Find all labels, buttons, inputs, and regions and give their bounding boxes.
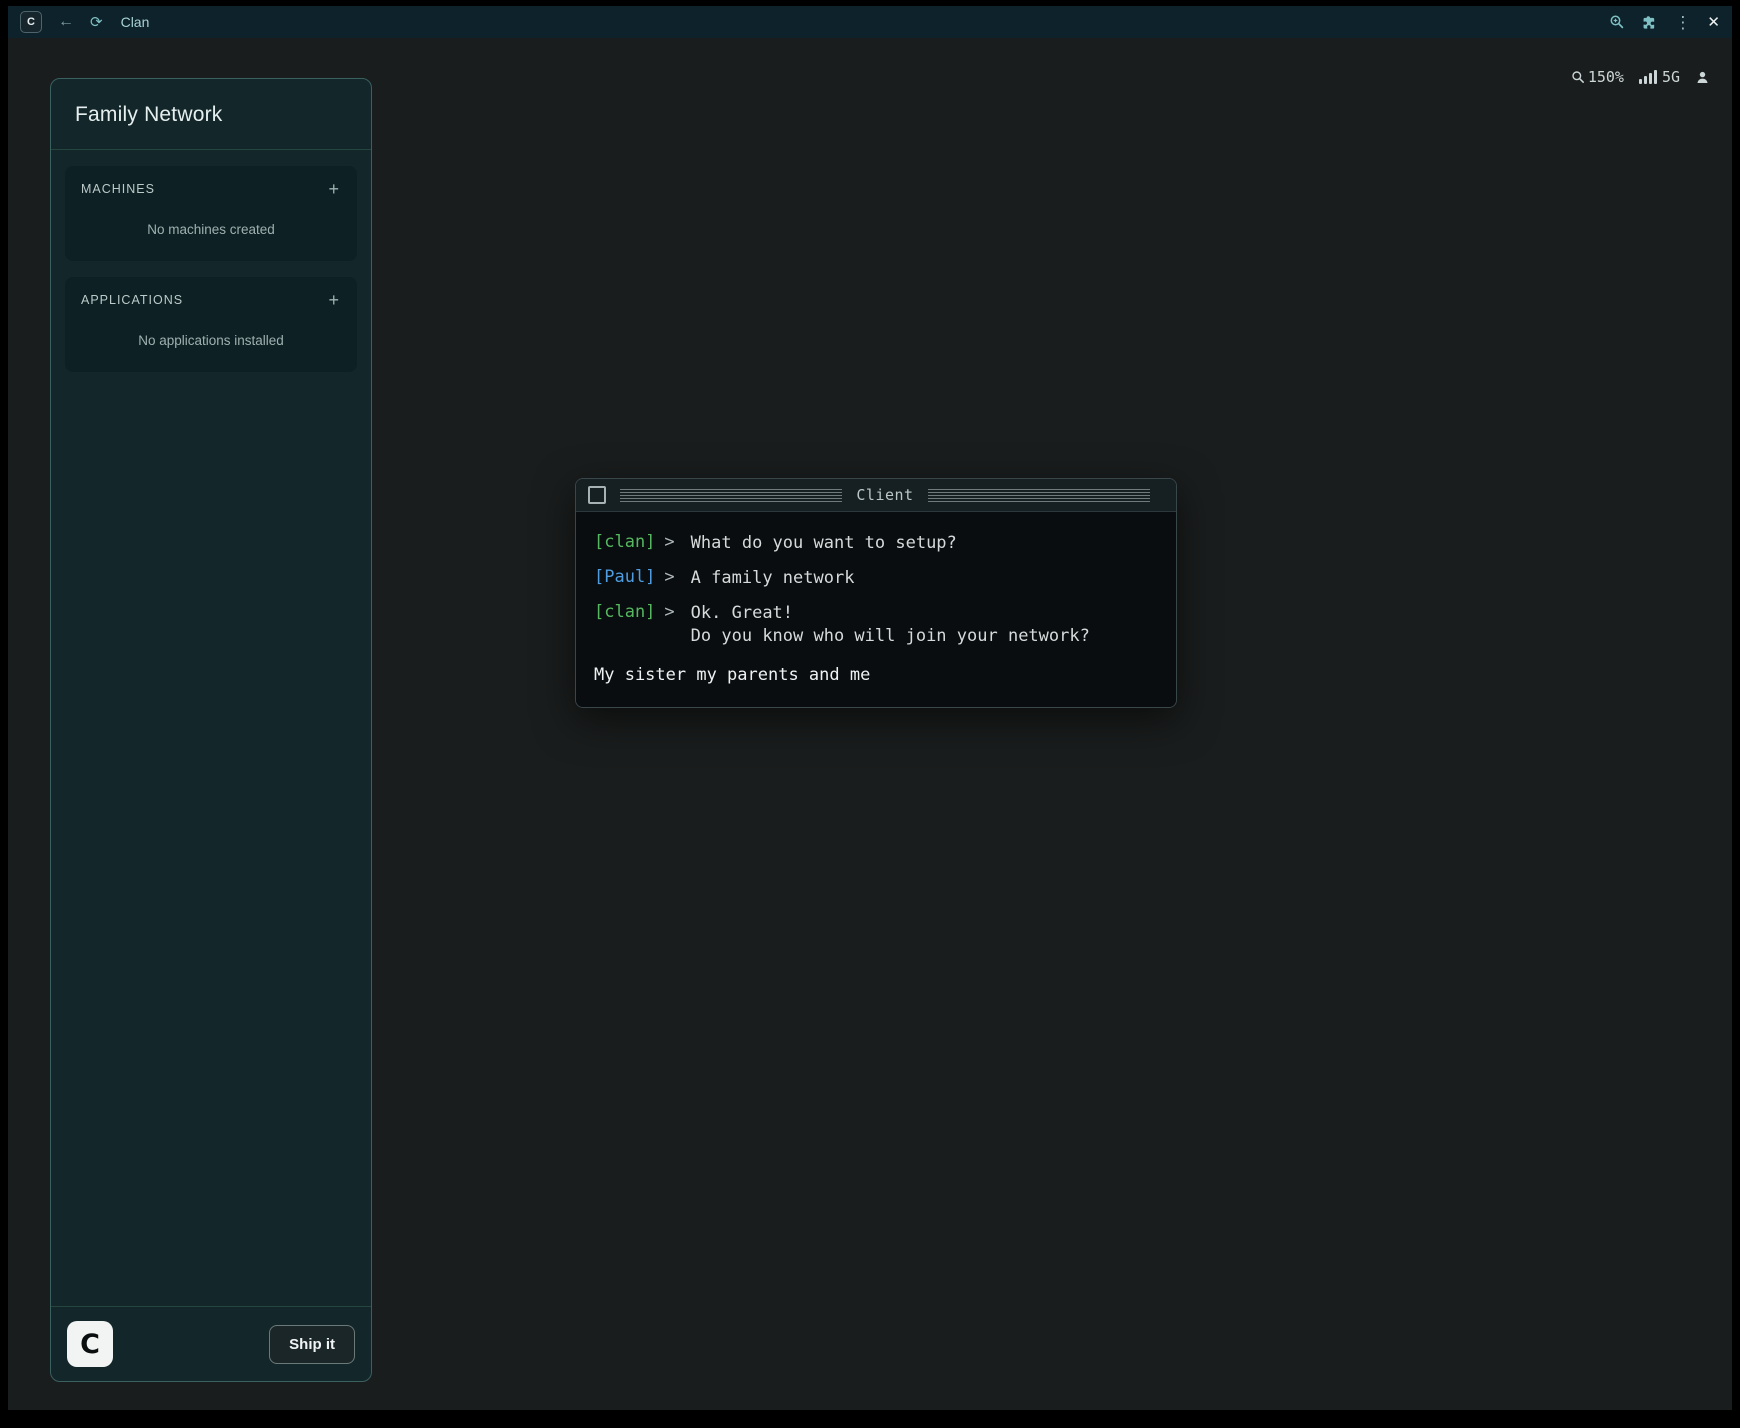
prompt-separator: > [664,567,674,587]
window-checkbox[interactable] [588,486,606,504]
add-application-button[interactable]: + [326,291,341,309]
prompt-separator: > [664,532,674,552]
sidebar-footer: C Ship it [51,1306,371,1381]
speaker-paul: [Paul] [594,567,655,587]
machines-card: MACHINES + No machines created [65,166,357,261]
close-icon[interactable]: ✕ [1707,15,1720,30]
speaker-clan: [clan] [594,532,655,552]
chat-message: [Paul] > A family network [594,567,1158,591]
back-icon[interactable]: ← [58,14,74,30]
menu-kebab-icon[interactable]: ⋮ [1674,14,1691,31]
app-icon-letter: C [27,16,35,28]
app-window: C ← ⟳ Clan ⋮ ✕ [8,6,1732,1410]
signal-bars-icon [1639,70,1657,84]
app-icon[interactable]: C [20,11,42,33]
clan-logo: C [67,1321,113,1367]
status-indicators: 150% 5G [1571,68,1710,86]
extensions-icon[interactable] [1641,14,1658,31]
applications-card: APPLICATIONS + No applications installed [65,277,357,372]
client-window-body: [clan] > What do you want to setup? [Pau… [576,512,1176,707]
reload-icon[interactable]: ⟳ [90,15,103,30]
client-window-titlebar: Client [576,479,1176,512]
speaker-clan: [clan] [594,602,655,622]
main-content: 150% 5G Family Network MACHINES + No m [8,38,1732,1410]
add-machine-button[interactable]: + [326,180,341,198]
zoom-in-icon[interactable] [1609,14,1625,30]
titlebar-ruling-right [928,489,1150,502]
applications-empty-text: No applications installed [81,333,341,348]
magnifier-icon [1571,70,1585,84]
zoom-level: 150% [1588,68,1624,86]
machines-label: MACHINES [81,182,155,196]
chat-message: [clan] > Ok. Great! Do you know who will… [594,602,1158,650]
machines-empty-text: No machines created [81,222,341,237]
zoom-indicator: 150% [1571,68,1624,86]
sidebar-header: Family Network [51,79,371,150]
sidebar: Family Network MACHINES + No machines cr… [50,78,372,1382]
page-title: Family Network [75,103,347,127]
message-text: What do you want to setup? [691,532,957,556]
client-window-title: Client [856,486,913,504]
chat-message: [clan] > What do you want to setup? [594,532,1158,556]
message-text: Ok. Great! Do you know who will join you… [691,602,1090,650]
chat-input-line[interactable]: My sister my parents and me [594,665,1158,685]
person-icon [1695,70,1710,85]
ship-it-button[interactable]: Ship it [269,1325,355,1364]
titlebar-right: ⋮ ✕ [1609,14,1720,31]
clan-logo-letter: C [80,1329,100,1360]
network-indicator: 5G [1639,68,1680,86]
window-title: Clan [121,14,150,30]
client-window: Client [clan] > What do you want to setu… [575,478,1177,708]
titlebar: C ← ⟳ Clan ⋮ ✕ [8,6,1732,38]
message-text: A family network [691,567,855,591]
applications-label: APPLICATIONS [81,293,183,307]
network-label: 5G [1662,68,1680,86]
titlebar-ruling-left [620,489,842,502]
titlebar-left: C ← ⟳ Clan [20,11,149,33]
prompt-separator: > [664,602,674,622]
